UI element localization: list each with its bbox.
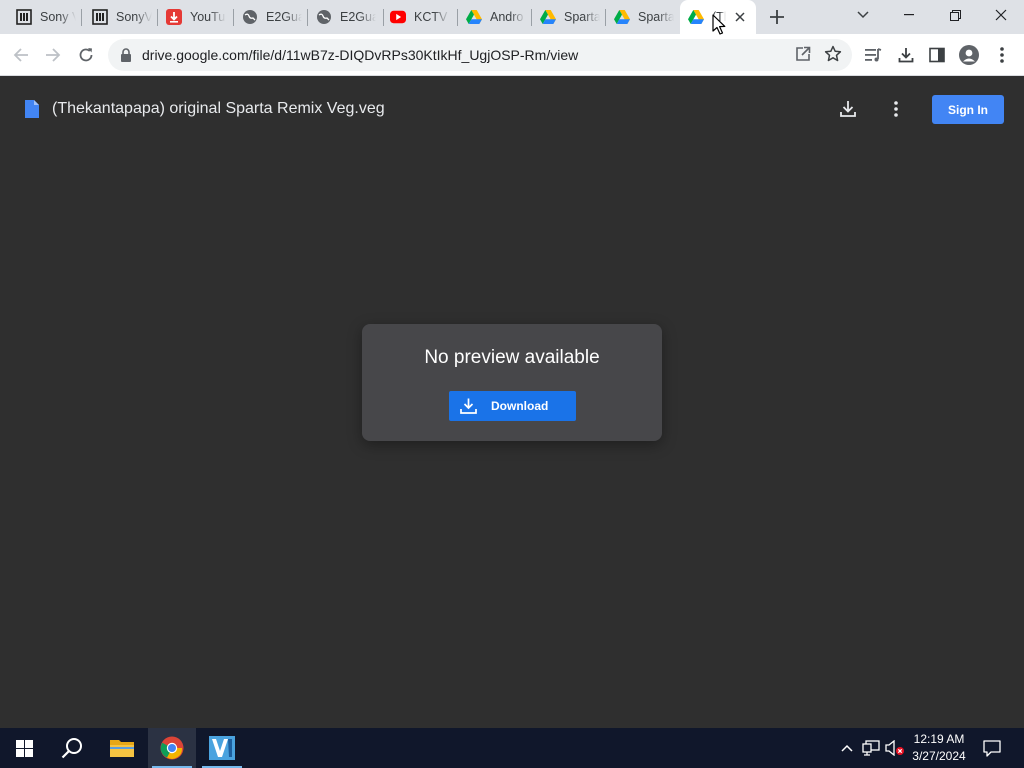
restore-button[interactable] [932,0,978,30]
file-explorer-icon[interactable] [98,728,146,768]
archive-icon [16,9,32,25]
tab-title: Sparta [564,10,600,24]
download-icon [460,398,477,417]
sign-in-button[interactable]: Sign In [932,95,1004,124]
downloads-icon[interactable] [891,40,921,70]
tab-title: KCTV S [414,10,450,24]
close-window-button[interactable] [978,0,1024,30]
reload-button[interactable] [71,40,101,70]
download-button[interactable]: Download [449,391,576,421]
google-drive-icon [540,9,556,25]
mouse-pointer-icon [712,14,726,41]
clock-date: 3/27/2024 [912,749,966,763]
side-panel-icon[interactable] [922,40,952,70]
tab-title: SonyV [116,10,152,24]
volume-muted-icon[interactable] [884,728,906,768]
search-icon[interactable] [48,728,96,768]
google-drive-icon [466,9,482,25]
tab-drive-sparta-2[interactable]: Sparta [606,0,680,34]
new-tab-button[interactable] [766,6,788,28]
vegas-pro-icon[interactable] [198,728,246,768]
globe-icon [242,9,258,25]
tab-drive-android[interactable]: Andro [458,0,532,34]
more-options-icon[interactable] [882,95,910,123]
download-label: Download [491,399,549,413]
globe-icon [316,9,332,25]
notifications-icon[interactable] [980,728,1004,768]
drive-viewer-header: (Thekantapapa) original Sparta Remix Veg… [0,77,1024,141]
tab-title: Sparta [638,10,674,24]
forward-button[interactable] [38,40,68,70]
bookmark-star-icon[interactable] [824,45,842,68]
tab-e2guardian-1[interactable]: E2Gua [234,0,308,34]
address-bar[interactable]: drive.google.com/file/d/11wB7z-DIQDvRPs3… [108,39,852,71]
tab-youtube-downloader[interactable]: YouTu [158,0,234,34]
chrome-taskbar-icon[interactable] [148,728,196,768]
tab-title: Sony V [40,10,76,24]
close-tab-icon[interactable] [732,9,748,25]
download-app-icon [166,9,182,25]
clock-time: 12:19 AM [913,732,965,746]
tab-title: Andro [490,10,524,24]
minimize-button[interactable] [886,0,932,30]
google-drive-icon [688,9,704,25]
lock-icon[interactable] [120,48,132,67]
system-clock[interactable]: 12:19 AM 3/27/2024 [906,731,972,765]
archive-icon [92,9,108,25]
chevron-up-icon[interactable] [838,728,856,768]
google-drive-icon [614,9,630,25]
media-queue-icon[interactable] [858,40,888,70]
tab-sony-vegas-2[interactable]: SonyV [82,0,158,34]
no-preview-card: No preview available Download [362,324,662,441]
tab-title: E2Gua [340,10,376,24]
chrome-menu-icon[interactable] [987,40,1017,70]
share-icon[interactable] [794,45,812,68]
no-preview-message: No preview available [424,347,600,368]
tab-title: YouTu [190,10,226,24]
windows-taskbar: 12:19 AM 3/27/2024 [0,728,1024,768]
download-icon[interactable] [834,95,862,123]
profile-avatar-icon[interactable] [954,40,984,70]
url-text[interactable]: drive.google.com/file/d/11wB7z-DIQDvRPs3… [142,47,578,63]
browser-toolbar: drive.google.com/file/d/11wB7z-DIQDvRPs3… [0,34,1024,76]
back-button[interactable] [6,40,36,70]
file-title: (Thekantapapa) original Sparta Remix Veg… [52,100,385,117]
start-button[interactable] [0,728,48,768]
tab-sony-vegas-1[interactable]: Sony V [0,0,82,34]
tab-search-button[interactable] [840,0,886,30]
tab-e2guardian-2[interactable]: E2Gua [308,0,384,34]
tab-drive-sparta-1[interactable]: Sparta [532,0,606,34]
network-icon[interactable] [860,728,882,768]
tab-kctv[interactable]: KCTV S [384,0,458,34]
tab-strip: Sony V SonyV YouTu E2Gua E2Gua KCTV [0,0,1024,34]
youtube-icon [390,9,406,25]
document-file-icon [25,100,39,123]
tab-title: E2Gua [266,10,302,24]
